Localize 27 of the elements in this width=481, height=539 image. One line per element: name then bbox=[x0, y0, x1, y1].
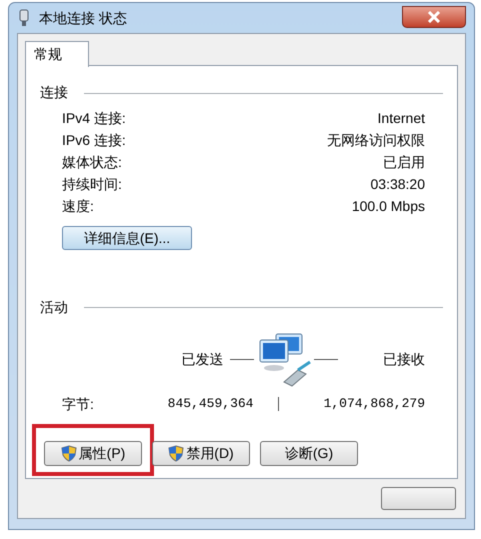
sent-bytes: 845,459,364 bbox=[166, 395, 254, 414]
action-button[interactable]: 诊断(G) bbox=[260, 440, 358, 466]
received-bytes: 1,074,868,279 bbox=[322, 395, 425, 414]
field-label: 媒体状态: bbox=[62, 152, 122, 172]
field-value: 已启用 bbox=[383, 152, 425, 172]
received-label: 已接收 bbox=[383, 350, 425, 369]
bytes-label: 字节: bbox=[62, 394, 95, 414]
field-value: 100.0 Mbps bbox=[352, 196, 425, 216]
dialog-button[interactable] bbox=[381, 487, 456, 510]
field-label: IPv6 连接: bbox=[62, 130, 126, 150]
section-heading: 活动 bbox=[40, 298, 68, 316]
field-label: IPv4 连接: bbox=[62, 108, 126, 128]
field-label: 持续时间: bbox=[62, 174, 122, 194]
field-value: 03:38:20 bbox=[370, 174, 425, 194]
field-value: Internet bbox=[378, 108, 425, 128]
close-icon bbox=[427, 11, 441, 23]
action-button[interactable]: 属性(P) bbox=[44, 440, 142, 466]
field-label: 速度: bbox=[62, 196, 94, 216]
action-button[interactable]: 禁用(D) bbox=[152, 440, 250, 466]
field-value: 无网络访问权限 bbox=[327, 130, 425, 150]
network-adapter-icon bbox=[19, 9, 29, 27]
sent-label: 已发送 bbox=[182, 350, 224, 369]
section-heading: 连接 bbox=[40, 83, 68, 102]
close-button[interactable] bbox=[402, 6, 466, 28]
tab[interactable]: 常规 bbox=[25, 41, 89, 67]
window-title: 本地连接 状态 bbox=[39, 8, 127, 28]
details-button[interactable]: 详细信息(E)... bbox=[62, 226, 192, 250]
